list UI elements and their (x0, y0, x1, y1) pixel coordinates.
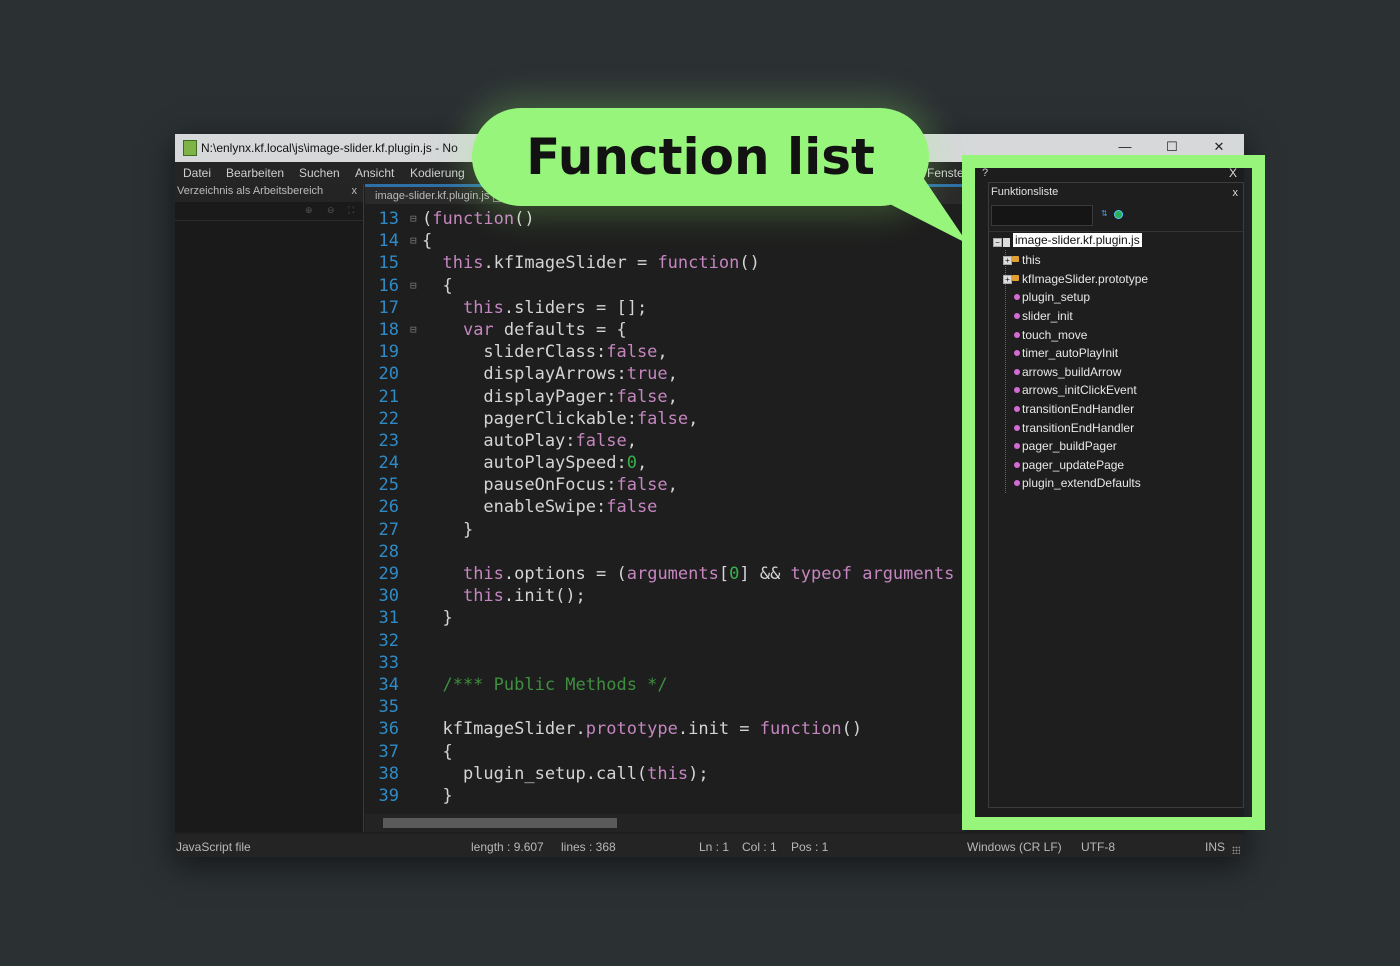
function-list-highlight (962, 155, 1265, 830)
annotation-callout: Function list (472, 108, 929, 206)
annotation-label: Function list (526, 128, 875, 186)
